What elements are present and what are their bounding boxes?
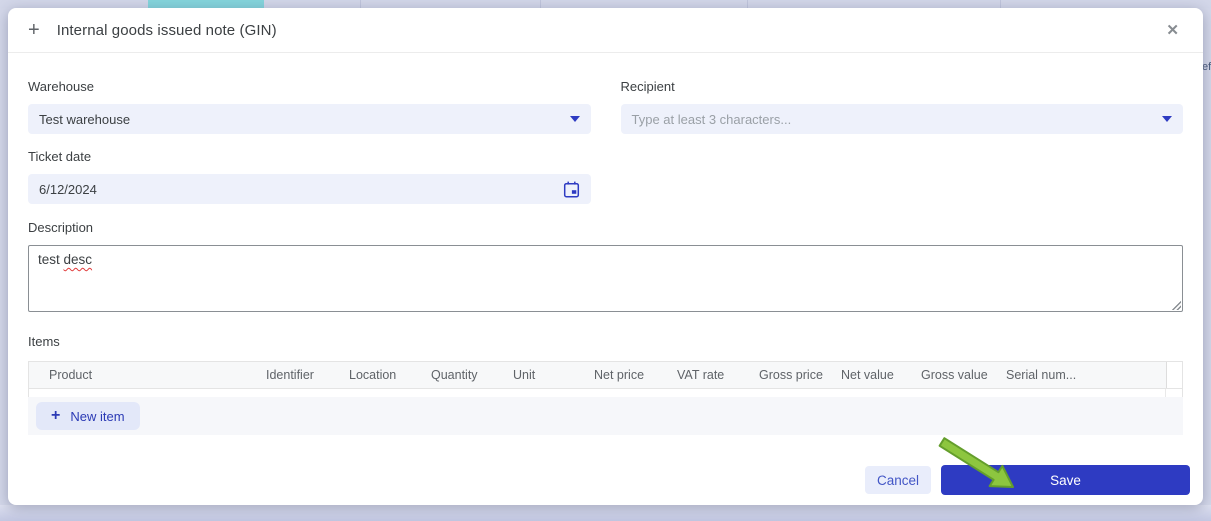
resize-handle-icon[interactable] <box>1171 300 1181 310</box>
save-button[interactable]: Save <box>941 465 1190 495</box>
description-text: test <box>38 252 64 267</box>
warehouse-field-group: Warehouse Test warehouse <box>28 79 591 134</box>
items-table-empty-body <box>28 389 1183 397</box>
items-table-footer: + New item <box>28 397 1183 435</box>
recipient-select[interactable]: Type at least 3 characters... <box>621 104 1184 134</box>
plus-icon: + <box>51 408 60 424</box>
column-header: Identifier <box>266 368 349 382</box>
modal-header: + Internal goods issued note (GIN) ✕ <box>8 8 1203 53</box>
cancel-button[interactable]: Cancel <box>865 466 931 494</box>
column-header: Quantity <box>431 368 513 382</box>
background-divider <box>360 0 361 8</box>
modal-body: Warehouse Test warehouse Recipient Type … <box>8 53 1203 495</box>
ticket-date-label: Ticket date <box>28 149 591 164</box>
background-top-strip <box>0 0 1211 8</box>
items-table: ProductIdentifierLocationQuantityUnitNet… <box>28 361 1183 435</box>
gin-modal-dialog: + Internal goods issued note (GIN) ✕ War… <box>8 8 1203 505</box>
column-header: Net value <box>841 368 921 382</box>
items-label: Items <box>28 334 1183 349</box>
column-header: Gross price <box>759 368 841 382</box>
background-bottom-strip <box>0 505 1211 521</box>
ticket-date-input[interactable]: 6/12/2024 <box>28 174 591 204</box>
background-divider <box>540 0 541 8</box>
column-header: VAT rate <box>677 368 759 382</box>
chevron-down-icon <box>570 116 580 122</box>
recipient-label: Recipient <box>621 79 1184 94</box>
ticket-date-field-group: Ticket date 6/12/2024 <box>28 149 591 204</box>
column-header: Product <box>49 368 266 382</box>
description-textarea[interactable]: test desc <box>28 245 1183 312</box>
new-item-button[interactable]: + New item <box>36 402 140 430</box>
description-misspelled-word: desc <box>64 252 93 267</box>
column-header: Net price <box>594 368 677 382</box>
chevron-down-icon <box>1162 116 1172 122</box>
dialog-actions: Cancel Save <box>28 465 1190 495</box>
column-header: Location <box>349 368 431 382</box>
calendar-icon[interactable] <box>563 181 580 198</box>
modal-title: Internal goods issued note (GIN) <box>57 22 277 39</box>
column-header: Serial num... <box>1006 368 1166 382</box>
background-partial-text: ef <box>1202 61 1211 73</box>
column-header: Unit <box>513 368 594 382</box>
warehouse-label: Warehouse <box>28 79 591 94</box>
items-table-header-end-cell <box>1166 362 1182 388</box>
background-divider <box>747 0 748 8</box>
form-grid: Warehouse Test warehouse Recipient Type … <box>28 79 1183 204</box>
page-background: ef + Internal goods issued note (GIN) ✕ … <box>0 0 1211 521</box>
recipient-field-group: Recipient Type at least 3 characters... <box>621 79 1184 134</box>
items-table-header-cells: ProductIdentifierLocationQuantityUnitNet… <box>29 362 1166 388</box>
warehouse-select[interactable]: Test warehouse <box>28 104 591 134</box>
plus-icon: + <box>28 20 40 40</box>
items-table-header: ProductIdentifierLocationQuantityUnitNet… <box>28 361 1183 389</box>
background-divider <box>1000 0 1001 8</box>
ticket-date-value: 6/12/2024 <box>39 182 97 197</box>
description-label: Description <box>28 220 1183 235</box>
new-item-label: New item <box>70 409 124 424</box>
warehouse-value: Test warehouse <box>39 112 130 127</box>
background-active-tab <box>148 0 264 8</box>
close-icon[interactable]: ✕ <box>1162 19 1183 42</box>
recipient-placeholder: Type at least 3 characters... <box>632 112 792 127</box>
column-header: Gross value <box>921 368 1006 382</box>
